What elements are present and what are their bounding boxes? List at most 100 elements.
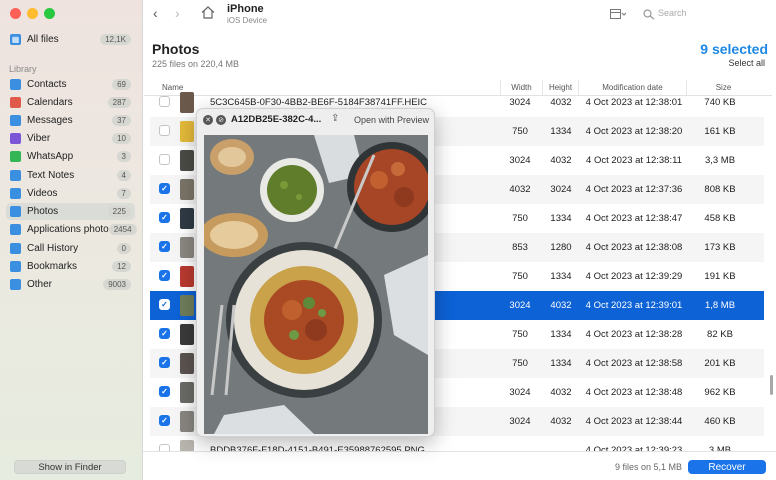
photo-thumbnail bbox=[180, 295, 194, 316]
sidebar-item-label: Videos bbox=[27, 188, 58, 199]
minimize-window-button[interactable] bbox=[27, 8, 38, 19]
row-checkbox[interactable]: ✓ bbox=[159, 270, 170, 281]
photo-thumbnail bbox=[180, 121, 194, 142]
file-date: 4 Oct 2023 at 12:39:29 bbox=[585, 271, 683, 282]
forward-chevron-icon[interactable]: › bbox=[175, 5, 180, 21]
sidebar-item-count: 10 bbox=[112, 133, 131, 144]
file-width: 3024 bbox=[509, 97, 531, 108]
sidebar-item-viber[interactable]: Viber 10 bbox=[6, 130, 135, 147]
zoom-window-button[interactable] bbox=[44, 8, 55, 19]
file-date: 4 Oct 2023 at 12:38:11 bbox=[586, 155, 682, 166]
sidebar-item-text-notes[interactable]: Text Notes 4 bbox=[6, 167, 135, 184]
sidebar-item-label: Calendars bbox=[27, 97, 73, 108]
sidebar-item-label: Bookmarks bbox=[27, 261, 78, 272]
sidebar-item-count: 12,1K bbox=[100, 34, 131, 45]
photo-thumbnail bbox=[180, 150, 194, 171]
sidebar-item-photos[interactable]: Photos 225 bbox=[6, 203, 135, 220]
share-icon[interactable]: ⇪ bbox=[331, 113, 339, 124]
file-height: 4032 bbox=[550, 300, 572, 311]
row-checkbox[interactable]: ✓ bbox=[159, 183, 170, 194]
file-height: 1334 bbox=[550, 271, 572, 282]
file-height: 4032 bbox=[550, 97, 572, 108]
sidebar-item-bookmarks[interactable]: Bookmarks 12 bbox=[6, 258, 135, 275]
select-all-button[interactable]: Select all bbox=[728, 58, 765, 68]
sidebar-item-count: 37 bbox=[112, 115, 131, 126]
file-date: 4 Oct 2023 at 12:38:58 bbox=[585, 358, 683, 369]
file-size: 161 KB bbox=[704, 126, 736, 137]
sidebar-item-label: All files bbox=[27, 34, 59, 45]
file-width: 750 bbox=[512, 358, 528, 369]
videos-icon bbox=[10, 188, 21, 199]
sidebar-item-count: 4 bbox=[116, 170, 131, 181]
folder-icon: ▦ bbox=[10, 34, 21, 45]
sidebar-item-label: Applications photo bbox=[27, 224, 109, 235]
file-size: 201 KB bbox=[704, 358, 736, 369]
sidebar-item-label: Other bbox=[27, 279, 53, 290]
sidebar-item-count: 225 bbox=[107, 206, 131, 217]
text-notes-icon bbox=[10, 170, 21, 181]
page-subtitle: 225 files on 220,4 MB bbox=[152, 59, 240, 69]
file-size: 82 KB bbox=[707, 329, 733, 340]
file-size: 191 KB bbox=[704, 271, 736, 282]
file-height: 1334 bbox=[550, 329, 572, 340]
photo-thumbnail bbox=[180, 237, 194, 258]
file-height: 1280 bbox=[550, 242, 572, 253]
selected-count: 9 selected bbox=[700, 41, 768, 57]
sidebar-item-applications-photo[interactable]: Applications photo 2454 bbox=[6, 221, 137, 238]
file-size: 740 KB bbox=[704, 97, 736, 108]
sidebar-item-all-files[interactable]: ▦ All files 12,1K bbox=[6, 31, 135, 48]
close-icon[interactable]: ✕ bbox=[203, 115, 213, 125]
file-width: 4032 bbox=[509, 184, 531, 195]
food-photo bbox=[204, 135, 428, 434]
bookmarks-icon bbox=[10, 261, 21, 272]
viber-icon bbox=[10, 133, 21, 144]
photo-thumbnail bbox=[180, 266, 194, 287]
photo-thumbnail bbox=[180, 208, 194, 229]
device-title: iPhone bbox=[227, 3, 264, 15]
messages-icon bbox=[10, 115, 21, 126]
file-height: 3024 bbox=[550, 184, 572, 195]
row-checkbox[interactable] bbox=[159, 96, 170, 107]
whatsapp-icon bbox=[10, 151, 21, 162]
open-with-preview-button[interactable]: Open with Preview bbox=[354, 115, 429, 125]
close-window-button[interactable] bbox=[10, 8, 21, 19]
fullscreen-icon[interactable]: ⊘ bbox=[216, 115, 226, 125]
photos-icon bbox=[10, 206, 21, 217]
file-width: 3024 bbox=[509, 155, 531, 166]
search-icon bbox=[643, 9, 655, 20]
scrollbar[interactable] bbox=[770, 375, 773, 395]
row-checkbox[interactable]: ✓ bbox=[159, 241, 170, 252]
sidebar-item-whatsapp[interactable]: WhatsApp 3 bbox=[6, 148, 135, 165]
sidebar-item-videos[interactable]: Videos 7 bbox=[6, 185, 135, 202]
file-size: 808 KB bbox=[704, 184, 736, 195]
row-checkbox[interactable]: ✓ bbox=[159, 386, 170, 397]
file-size: 458 KB bbox=[704, 213, 736, 224]
file-date: 4 Oct 2023 at 12:38:01 bbox=[585, 97, 683, 108]
row-checkbox[interactable]: ✓ bbox=[159, 357, 170, 368]
sidebar-item-contacts[interactable]: Contacts 69 bbox=[6, 76, 135, 93]
show-in-finder-button[interactable]: Show in Finder bbox=[14, 460, 126, 474]
row-checkbox[interactable]: ✓ bbox=[159, 415, 170, 426]
other-icon bbox=[10, 279, 21, 290]
sidebar-item-calendars[interactable]: Calendars 287 bbox=[6, 94, 135, 111]
sidebar-item-label: Contacts bbox=[27, 79, 67, 90]
file-date: 4 Oct 2023 at 12:38:47 bbox=[585, 213, 683, 224]
sidebar-item-messages[interactable]: Messages 37 bbox=[6, 112, 135, 129]
sidebar-item-call-history[interactable]: Call History 0 bbox=[6, 240, 135, 257]
row-checkbox[interactable] bbox=[159, 125, 170, 136]
sidebar-section-label: Library bbox=[9, 64, 37, 74]
row-checkbox[interactable] bbox=[159, 154, 170, 165]
back-chevron-icon[interactable]: ‹ bbox=[153, 5, 158, 21]
search-input[interactable]: Search bbox=[658, 8, 687, 18]
recover-button[interactable]: Recover bbox=[688, 460, 766, 474]
toolbar: ‹ › iPhone iOS Device Search bbox=[143, 0, 776, 30]
file-height: 4032 bbox=[550, 387, 572, 398]
sidebar-item-count: 12 bbox=[112, 261, 131, 272]
row-checkbox[interactable]: ✓ bbox=[159, 328, 170, 339]
view-options-icon[interactable] bbox=[610, 9, 626, 20]
home-icon[interactable] bbox=[201, 6, 215, 19]
row-checkbox[interactable]: ✓ bbox=[159, 299, 170, 310]
sidebar-item-other[interactable]: Other 9003 bbox=[6, 276, 135, 293]
row-checkbox[interactable]: ✓ bbox=[159, 212, 170, 223]
photo-thumbnail bbox=[180, 92, 194, 113]
